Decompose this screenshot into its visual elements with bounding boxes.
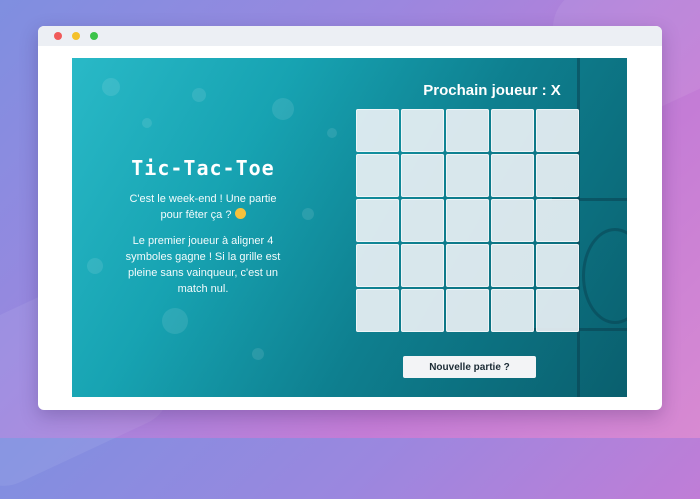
game-board bbox=[356, 109, 579, 332]
minimize-window-button[interactable] bbox=[72, 32, 80, 40]
maximize-window-button[interactable] bbox=[90, 32, 98, 40]
board-cell[interactable] bbox=[356, 199, 399, 242]
bubble-decoration bbox=[302, 208, 314, 220]
ring-decoration bbox=[582, 228, 627, 324]
board-cell[interactable] bbox=[356, 289, 399, 332]
close-window-button[interactable] bbox=[54, 32, 62, 40]
game-area: Tic-Tac-Toe C'est le week-end ! Une part… bbox=[72, 58, 627, 397]
board-cell[interactable] bbox=[356, 154, 399, 197]
bubble-decoration bbox=[162, 308, 188, 334]
board-cell[interactable] bbox=[536, 289, 579, 332]
board-cell[interactable] bbox=[401, 244, 444, 287]
browser-window: Tic-Tac-Toe C'est le week-end ! Une part… bbox=[38, 26, 662, 410]
board-cell[interactable] bbox=[401, 199, 444, 242]
new-game-button[interactable]: Nouvelle partie ? bbox=[403, 356, 536, 378]
board-cell[interactable] bbox=[446, 154, 489, 197]
grinning-face-icon bbox=[234, 208, 246, 219]
board-cell[interactable] bbox=[446, 244, 489, 287]
board-cell[interactable] bbox=[491, 289, 534, 332]
bubble-decoration bbox=[142, 118, 152, 128]
board-cell[interactable] bbox=[356, 109, 399, 152]
board-cell[interactable] bbox=[536, 199, 579, 242]
intro-message: C'est le week-end ! Une partie pour fête… bbox=[129, 193, 277, 221]
board-cell[interactable] bbox=[491, 199, 534, 242]
board-cell[interactable] bbox=[536, 154, 579, 197]
board-cell[interactable] bbox=[491, 244, 534, 287]
board-cell[interactable] bbox=[401, 289, 444, 332]
rules-text: Le premier joueur à aligner 4 symboles g… bbox=[125, 235, 281, 295]
board-cell[interactable] bbox=[536, 109, 579, 152]
board-cell[interactable] bbox=[536, 244, 579, 287]
bubble-decoration bbox=[192, 88, 206, 102]
board-cell[interactable] bbox=[401, 154, 444, 197]
board-cell[interactable] bbox=[446, 109, 489, 152]
next-player-status: Prochain joueur : X bbox=[423, 82, 561, 99]
bubble-decoration bbox=[252, 348, 264, 360]
intro-text: C'est le week-end ! Une partie pour fête… bbox=[117, 191, 289, 223]
board-cell[interactable] bbox=[491, 109, 534, 152]
board-cell[interactable] bbox=[446, 199, 489, 242]
bubble-decoration bbox=[327, 128, 337, 138]
window-titlebar bbox=[38, 26, 662, 46]
bubble-decoration bbox=[102, 78, 120, 96]
bubble-decoration bbox=[87, 258, 103, 274]
bubble-decoration bbox=[272, 98, 294, 120]
board-cell[interactable] bbox=[356, 244, 399, 287]
game-title: Tic-Tac-Toe bbox=[131, 156, 275, 180]
board-cell[interactable] bbox=[491, 154, 534, 197]
board-cell[interactable] bbox=[401, 109, 444, 152]
board-cell[interactable] bbox=[446, 289, 489, 332]
